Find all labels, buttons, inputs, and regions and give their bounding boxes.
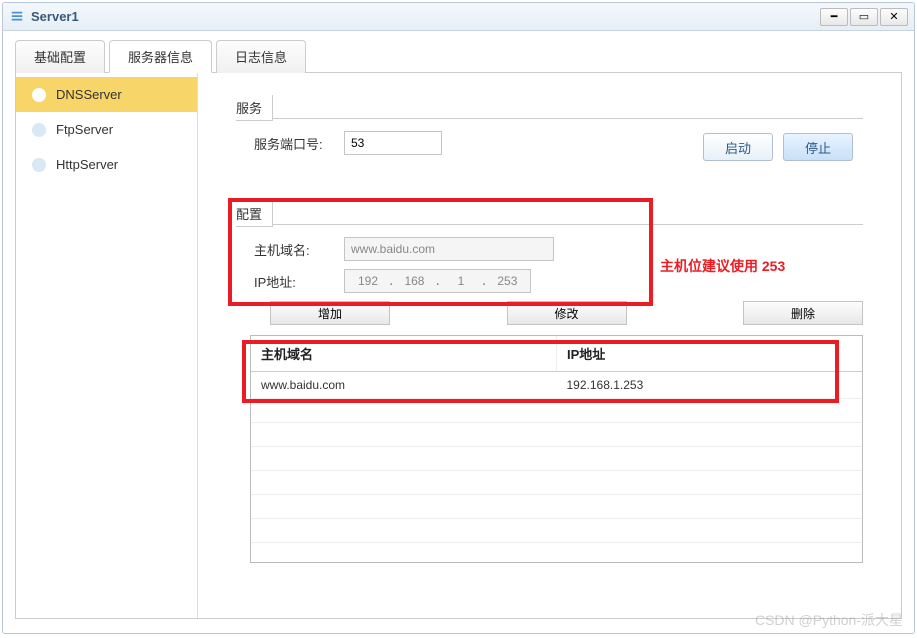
- minimize-button[interactable]: ━: [820, 8, 848, 26]
- table-row: [251, 471, 862, 495]
- right-panel: 服务 服务端口号: 启动 停止 配置: [198, 73, 901, 618]
- ip-seg-2[interactable]: [395, 274, 433, 288]
- delete-button[interactable]: 删除: [743, 301, 863, 325]
- modify-button[interactable]: 修改: [507, 301, 627, 325]
- sidebar-item-ftp[interactable]: FtpServer: [16, 112, 197, 147]
- table-body: www.baidu.com 192.168.1.253: [251, 372, 862, 562]
- window-controls: ━ ▭ ✕: [820, 8, 908, 26]
- tab-server-info[interactable]: 服务器信息: [109, 40, 212, 73]
- status-dot-icon: [32, 158, 46, 172]
- ip-seg-1[interactable]: [349, 274, 387, 288]
- dns-table: 主机域名 IP地址 www.baidu.com 192.168.1.253: [250, 335, 863, 563]
- cell-hostname: www.baidu.com: [251, 372, 557, 398]
- watermark: CSDN @Python-派大星: [755, 610, 903, 630]
- hostname-label: 主机域名:: [254, 240, 344, 259]
- main-tabs: 基础配置 服务器信息 日志信息: [15, 39, 902, 73]
- stop-button[interactable]: 停止: [783, 133, 853, 161]
- table-row[interactable]: www.baidu.com 192.168.1.253: [251, 372, 862, 399]
- table-header: 主机域名 IP地址: [251, 336, 862, 372]
- port-label: 服务端口号:: [254, 134, 344, 153]
- sidebar-item-dns[interactable]: DNSServer: [16, 77, 197, 112]
- sidebar-item-label: FtpServer: [56, 122, 113, 137]
- service-legend: 服务: [236, 95, 273, 121]
- ip-seg-3[interactable]: [442, 274, 480, 288]
- col-hostname[interactable]: 主机域名: [251, 336, 557, 371]
- window-title: Server1: [31, 9, 820, 24]
- hostname-input[interactable]: [344, 237, 554, 261]
- sidebar-item-label: DNSServer: [56, 87, 122, 102]
- app-icon: [9, 9, 25, 25]
- tab-log-info[interactable]: 日志信息: [216, 40, 306, 73]
- sidebar: DNSServer FtpServer HttpServer: [16, 73, 198, 618]
- ip-input[interactable]: . . .: [344, 269, 531, 293]
- maximize-button[interactable]: ▭: [850, 8, 878, 26]
- annotation-hint: 主机位建议使用 253: [660, 256, 785, 276]
- config-legend: 配置: [236, 201, 273, 227]
- table-row: [251, 423, 862, 447]
- start-button[interactable]: 启动: [703, 133, 773, 161]
- add-button[interactable]: 增加: [270, 301, 390, 325]
- table-row: [251, 495, 862, 519]
- close-button[interactable]: ✕: [880, 8, 908, 26]
- tab-basic-config[interactable]: 基础配置: [15, 40, 105, 73]
- service-section: 服务 服务端口号: 启动 停止: [222, 91, 877, 177]
- config-section: 配置 主机域名: IP地址: . .: [222, 197, 877, 577]
- sidebar-item-http[interactable]: HttpServer: [16, 147, 197, 182]
- status-dot-icon: [32, 123, 46, 137]
- content-area: 基础配置 服务器信息 日志信息 DNSServer FtpServer Http…: [3, 31, 914, 627]
- main-body: DNSServer FtpServer HttpServer 服务: [15, 73, 902, 619]
- status-dot-icon: [32, 88, 46, 102]
- ip-seg-4[interactable]: [488, 274, 526, 288]
- table-row: [251, 519, 862, 543]
- port-input[interactable]: [344, 131, 442, 155]
- ip-label: IP地址:: [254, 272, 344, 291]
- app-window: Server1 ━ ▭ ✕ 基础配置 服务器信息 日志信息 DNSServer …: [2, 2, 915, 634]
- cell-ip: 192.168.1.253: [557, 372, 863, 398]
- table-row: [251, 399, 862, 423]
- titlebar: Server1 ━ ▭ ✕: [3, 3, 914, 31]
- table-row: [251, 447, 862, 471]
- col-ip[interactable]: IP地址: [557, 336, 862, 371]
- sidebar-item-label: HttpServer: [56, 157, 118, 172]
